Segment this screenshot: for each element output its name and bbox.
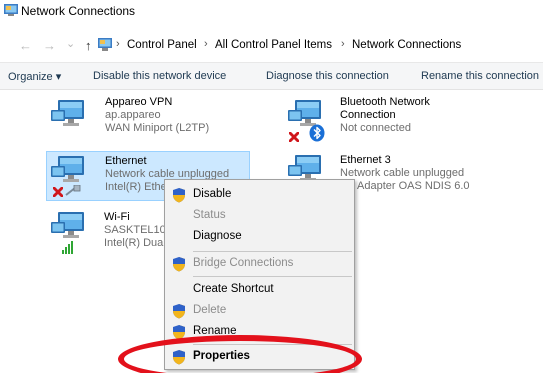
connection-name: Ethernet (105, 155, 147, 167)
connection-status: ap.appareo (105, 109, 161, 121)
menu-item-label: Status (193, 209, 226, 221)
menu-item-delete[interactable]: Delete (165, 300, 354, 322)
bluetooth-icon (309, 124, 325, 142)
forward-arrow-icon[interactable]: → (43, 38, 56, 53)
menu-item-label: Rename (193, 325, 237, 337)
menu-item-label: Delete (193, 304, 227, 316)
up-arrow-icon[interactable]: ↑ (85, 38, 92, 53)
wifi-signal-icon (62, 241, 73, 254)
uac-shield-icon (173, 257, 185, 272)
control-panel-icon (98, 38, 112, 51)
connection-device: Adapter OAS NDIS 6.0 (357, 180, 470, 192)
red-x-icon (53, 187, 63, 197)
organize-button[interactable]: Organize ▾ (8, 70, 61, 83)
network-adapter-icon (51, 100, 84, 126)
menu-item-status[interactable]: Status (165, 205, 354, 227)
command-bar: Organize ▾ Disable this network device D… (0, 62, 543, 90)
connection-status: Not connected (340, 122, 411, 134)
window-title: Network Connections (21, 4, 136, 18)
address-bar: ← → ⌄ ↑ › Control Panel › All Control Pa… (0, 34, 543, 58)
menu-item-label: Create Shortcut (193, 283, 274, 295)
connection-name: Bluetooth Network (340, 96, 430, 108)
breadcrumb-separator: › (341, 38, 345, 50)
breadcrumb-network-connections[interactable]: Network Connections (352, 39, 461, 51)
menu-item-create-shortcut[interactable]: Create Shortcut (165, 279, 354, 301)
back-arrow-icon[interactable]: ← (19, 38, 32, 53)
connection-name-line2: Connection (340, 109, 396, 121)
menu-separator (193, 276, 352, 277)
breadcrumb-control-panel[interactable]: Control Panel (127, 39, 197, 51)
connection-name: Ethernet 3 (340, 154, 391, 166)
disable-device-button[interactable]: Disable this network device (93, 70, 226, 82)
context-menu: Disable Status Diagnose Bridge Connectio… (164, 179, 355, 370)
menu-item-disable[interactable]: Disable (165, 184, 354, 206)
menu-item-label: Bridge Connections (193, 257, 294, 269)
connection-bluetooth[interactable]: Bluetooth Network Connection Not connect… (283, 94, 483, 146)
network-cable-icon (65, 185, 81, 196)
menu-item-bridge-connections[interactable]: Bridge Connections (165, 253, 354, 275)
uac-shield-icon (173, 188, 185, 203)
menu-item-properties[interactable]: Properties (165, 346, 354, 368)
title-bar: Network Connections (0, 0, 543, 22)
connection-device: Intel(R) Ethe (105, 181, 167, 193)
connection-device: WAN Miniport (L2TP) (105, 122, 210, 134)
connection-status: SASKTEL109 (104, 224, 172, 236)
connection-device: Intel(R) Dua (104, 237, 164, 249)
menu-item-diagnose[interactable]: Diagnose (165, 226, 354, 248)
uac-shield-icon (173, 325, 185, 340)
menu-item-rename[interactable]: Rename (165, 321, 354, 343)
breadcrumb-separator: › (204, 38, 208, 50)
diagnose-connection-button[interactable]: Diagnose this connection (266, 70, 389, 82)
menu-item-label: Diagnose (193, 230, 242, 242)
menu-separator (193, 344, 352, 345)
connection-appareo-vpn[interactable]: Appareo VPN ap.appareo WAN Miniport (L2T… (46, 94, 246, 144)
connection-name: Wi-Fi (104, 211, 130, 223)
recent-locations-icon[interactable]: ⌄ (66, 37, 75, 50)
menu-item-label: Properties (193, 350, 250, 362)
connection-name: Appareo VPN (105, 96, 173, 108)
menu-separator (193, 251, 352, 252)
breadcrumb-all-control-panel-items[interactable]: All Control Panel Items (215, 39, 332, 51)
connection-status: Network cable unplugged (340, 167, 465, 179)
breadcrumb-separator: › (116, 38, 120, 50)
network-connections-icon (4, 4, 18, 16)
uac-shield-icon (173, 350, 185, 365)
rename-connection-button[interactable]: Rename this connection (421, 70, 539, 82)
uac-shield-icon (173, 304, 185, 319)
red-x-icon (289, 132, 299, 142)
menu-item-label: Disable (193, 188, 232, 200)
